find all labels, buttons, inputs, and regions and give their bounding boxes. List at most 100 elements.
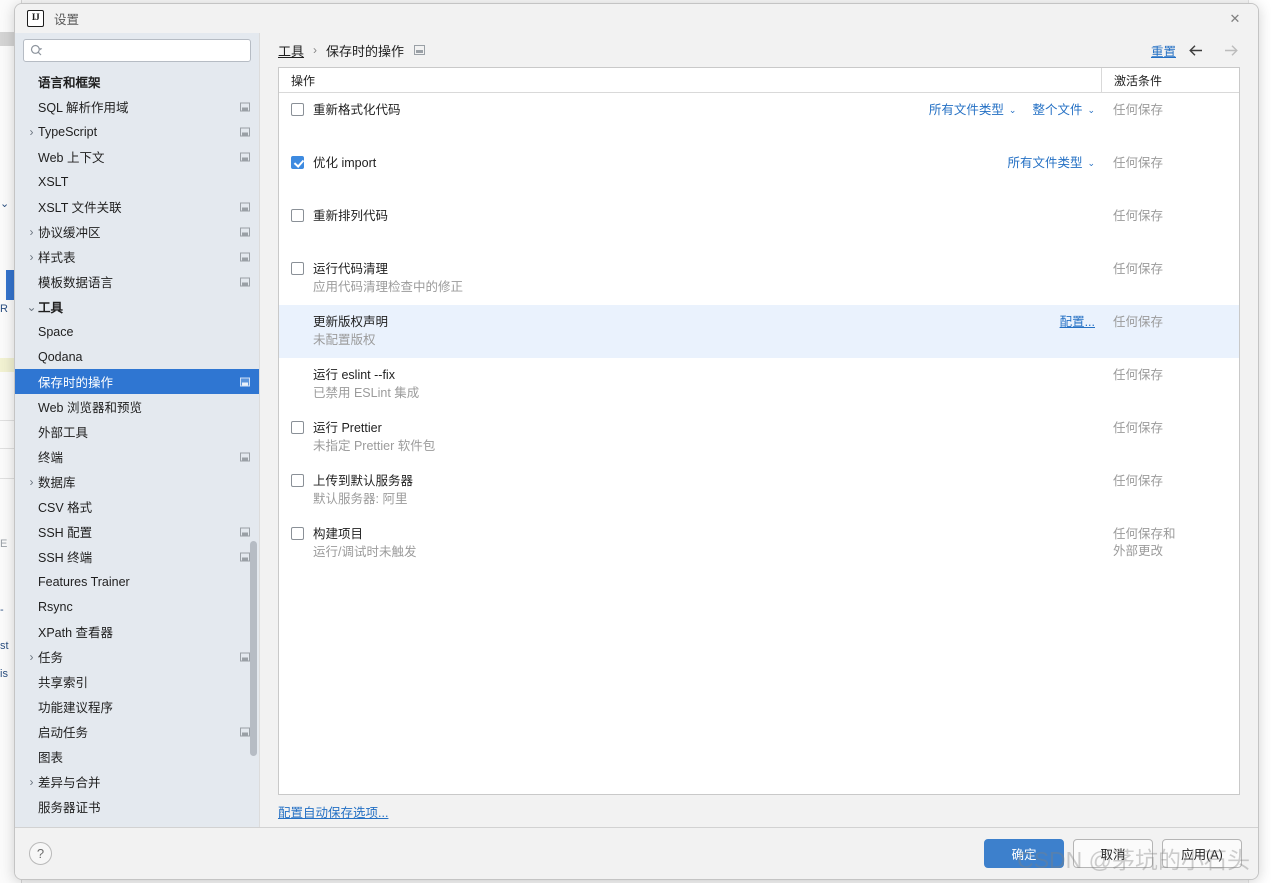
- row-title: 运行 eslint --fix: [313, 368, 395, 382]
- sidebar-item-label: TypeScript: [38, 124, 98, 139]
- sidebar-item-label: 保存时的操作: [38, 376, 114, 390]
- sidebar-scrollbar[interactable]: [250, 541, 257, 756]
- sidebar-item-6[interactable]: › 协议缓冲区: [15, 219, 259, 244]
- sidebar-item-15[interactable]: 终端: [15, 444, 259, 469]
- arrow-left-icon[interactable]: [1182, 38, 1210, 62]
- dialog-title: 设置: [54, 12, 80, 27]
- sidebar-item-17[interactable]: CSV 格式: [15, 494, 259, 519]
- table-row[interactable]: 重新格式化代码 所有文件类型 ⌄ 整个文件 ⌄ 任何保存: [279, 93, 1239, 146]
- cancel-button[interactable]: 取消: [1073, 839, 1153, 868]
- row-checkbox[interactable]: [291, 156, 304, 169]
- sidebar-item-13[interactable]: Web 浏览器和预览: [15, 394, 259, 419]
- sidebar-item-label: 启动任务: [38, 726, 89, 740]
- help-button[interactable]: ?: [29, 842, 52, 865]
- sidebar-item-1[interactable]: SQL 解析作用域: [15, 94, 259, 119]
- sync-badge-icon: [240, 727, 250, 736]
- sidebar-item-3[interactable]: Web 上下文: [15, 144, 259, 169]
- sidebar-item-14[interactable]: 外部工具: [15, 419, 259, 444]
- settings-tree[interactable]: 语言和框架 SQL 解析作用域 › TypeScript Web 上下文 XSLT XSLT…: [15, 67, 259, 827]
- table-row[interactable]: 运行 Prettier 未指定 Prettier 软件包 任何保存: [279, 411, 1239, 464]
- cell-condition: 任何保存: [1101, 102, 1239, 119]
- search-box[interactable]: [23, 39, 251, 62]
- sidebar-item-12[interactable]: 保存时的操作: [15, 369, 259, 394]
- chevron-right-icon[interactable]: ›: [25, 225, 38, 239]
- sync-badge-icon: [240, 102, 250, 111]
- sidebar-item-label: 共享索引: [38, 676, 89, 690]
- row-configure-link[interactable]: 配置...: [1060, 314, 1095, 330]
- row-checkbox[interactable]: [291, 474, 304, 487]
- sidebar-item-19[interactable]: SSH 终端: [15, 544, 259, 569]
- cell-action: 构建项目 运行/调试时未触发: [279, 526, 1095, 561]
- sidebar-item-24[interactable]: 共享索引: [15, 669, 259, 694]
- apply-button[interactable]: 应用(A): [1162, 839, 1242, 868]
- chevron-right-icon[interactable]: ›: [25, 125, 38, 139]
- sidebar-item-label: SSH 终端: [38, 551, 93, 565]
- sidebar-item-label: 图表: [38, 751, 64, 765]
- row-condition-text: 任何保存: [1113, 156, 1164, 170]
- cell-action: 更新版权声明 未配置版权: [279, 314, 1060, 349]
- sidebar-item-11[interactable]: Qodana: [15, 344, 259, 369]
- sidebar-item-label: 语言和框架: [38, 76, 101, 90]
- close-icon[interactable]: ✕: [1212, 4, 1258, 33]
- sidebar-item-0[interactable]: 语言和框架: [15, 69, 259, 94]
- sidebar-item-18[interactable]: SSH 配置: [15, 519, 259, 544]
- row-title: 重新排列代码: [313, 209, 389, 223]
- row-checkbox[interactable]: [291, 209, 304, 222]
- configure-autosave-link[interactable]: 配置自动保存选项...: [278, 802, 388, 821]
- chevron-right-icon[interactable]: ›: [25, 775, 38, 789]
- row-dropdown-1[interactable]: 整个文件 ⌄: [1032, 102, 1095, 118]
- search-input[interactable]: [46, 42, 244, 59]
- chevron-right-icon[interactable]: ›: [25, 650, 38, 664]
- sidebar-item-label: 工具: [38, 301, 64, 315]
- sidebar-item-7[interactable]: › 样式表: [15, 244, 259, 269]
- column-header-action: 操作: [291, 73, 316, 88]
- sidebar-item-26[interactable]: 启动任务: [15, 719, 259, 744]
- chevron-right-icon[interactable]: ›: [25, 250, 38, 264]
- cell-condition: 任何保存: [1101, 208, 1239, 225]
- sidebar-item-23[interactable]: › 任务: [15, 644, 259, 669]
- save-actions-table: 操作 激活条件 重新格式化代码 所有文件类型 ⌄ 整个文件 ⌄ 任何保存 优化 import…: [278, 67, 1240, 795]
- row-checkbox[interactable]: [291, 103, 304, 116]
- sidebar-item-5[interactable]: XSLT 文件关联: [15, 194, 259, 219]
- chevron-down-icon[interactable]: ⌄: [25, 300, 38, 314]
- table-row[interactable]: 上传到默认服务器 默认服务器: 阿里 任何保存: [279, 464, 1239, 517]
- sidebar-item-22[interactable]: XPath 查看器: [15, 619, 259, 644]
- breadcrumb-parent[interactable]: 工具: [278, 41, 304, 60]
- cell-condition: 任何保存: [1101, 261, 1239, 278]
- sidebar-item-20[interactable]: Features Trainer: [15, 569, 259, 594]
- cell-condition: 任何保存和 外部更改: [1101, 526, 1239, 560]
- sidebar-item-29[interactable]: 服务器证书: [15, 794, 259, 819]
- sidebar-item-label: 外部工具: [38, 426, 89, 440]
- sidebar-item-4[interactable]: XSLT: [15, 169, 259, 194]
- table-row[interactable]: 优化 import 所有文件类型 ⌄ 任何保存: [279, 146, 1239, 199]
- sidebar-item-9[interactable]: ⌄ 工具: [15, 294, 259, 319]
- sidebar-item-8[interactable]: 模板数据语言: [15, 269, 259, 294]
- table-row[interactable]: 重新排列代码 任何保存: [279, 199, 1239, 252]
- sync-badge-icon: [240, 202, 250, 211]
- row-title: 更新版权声明: [313, 315, 389, 329]
- table-row[interactable]: 运行 eslint --fix 已禁用 ESLint 集成 任何保存: [279, 358, 1239, 411]
- sidebar-item-16[interactable]: › 数据库: [15, 469, 259, 494]
- reset-link[interactable]: 重置: [1151, 41, 1176, 60]
- table-row[interactable]: 构建项目 运行/调试时未触发 任何保存和 外部更改: [279, 517, 1239, 570]
- sidebar-item-28[interactable]: › 差异与合并: [15, 769, 259, 794]
- row-checkbox[interactable]: [291, 421, 304, 434]
- row-labels: 运行 Prettier 未指定 Prettier 软件包: [313, 420, 435, 455]
- sidebar-item-27[interactable]: 图表: [15, 744, 259, 769]
- table-row[interactable]: 运行代码清理 应用代码清理检查中的修正 任何保存: [279, 252, 1239, 305]
- chevron-right-icon[interactable]: ›: [25, 475, 38, 489]
- sidebar-item-10[interactable]: Space: [15, 319, 259, 344]
- ok-button[interactable]: 确定: [984, 839, 1064, 868]
- sidebar-item-2[interactable]: › TypeScript: [15, 119, 259, 144]
- row-dropdown-0[interactable]: 所有文件类型 ⌄: [929, 102, 1017, 118]
- row-dropdown-0[interactable]: 所有文件类型 ⌄: [1007, 155, 1095, 171]
- cell-action: 运行代码清理 应用代码清理检查中的修正: [279, 261, 1095, 296]
- cell-action: 上传到默认服务器 默认服务器: 阿里: [279, 473, 1095, 508]
- sidebar-item-21[interactable]: Rsync: [15, 594, 259, 619]
- sidebar-item-25[interactable]: 功能建议程序: [15, 694, 259, 719]
- row-checkbox[interactable]: [291, 527, 304, 540]
- row-labels: 更新版权声明 未配置版权: [313, 314, 388, 349]
- row-condition-text: 任何保存: [1113, 103, 1164, 117]
- row-checkbox[interactable]: [291, 262, 304, 275]
- table-row[interactable]: 更新版权声明 未配置版权 配置... 任何保存: [279, 305, 1239, 358]
